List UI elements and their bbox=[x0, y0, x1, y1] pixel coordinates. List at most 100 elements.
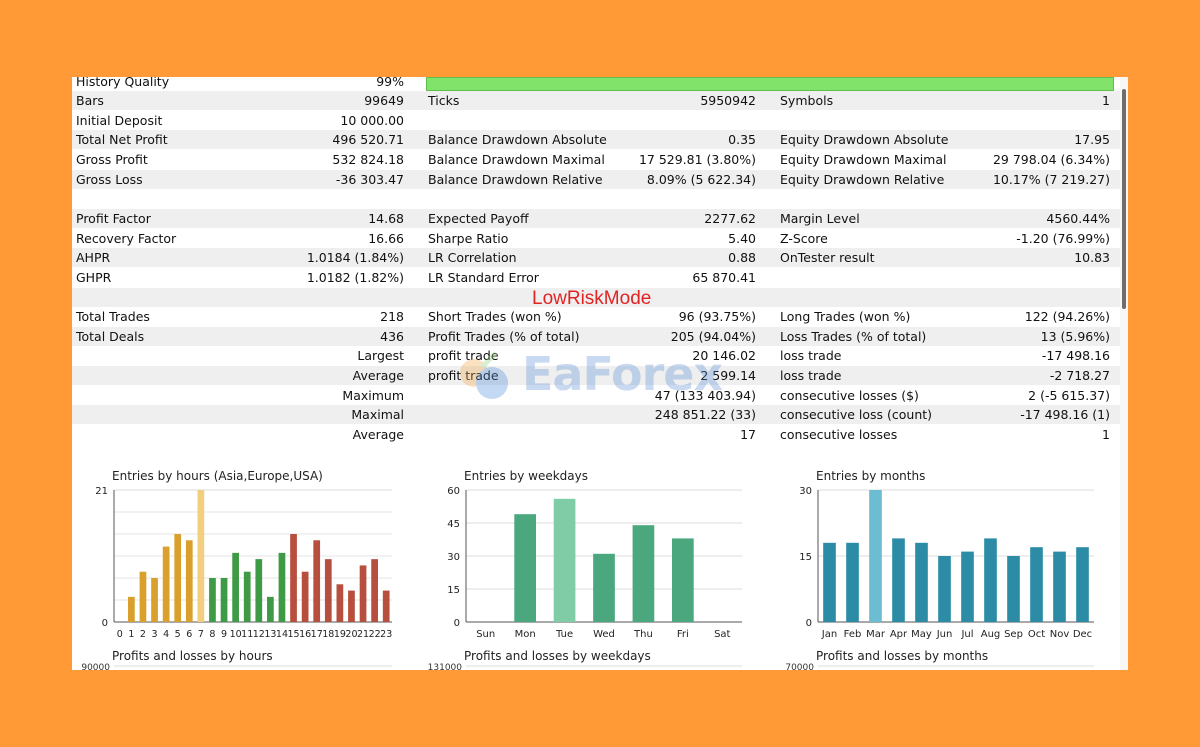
bar bbox=[938, 556, 951, 622]
pl-axis-top-label: 131000 bbox=[428, 663, 463, 670]
bar bbox=[220, 578, 228, 622]
watermark-logo: EaForex bbox=[452, 343, 772, 407]
row-label-1: Bars bbox=[76, 93, 104, 108]
bar bbox=[324, 559, 332, 622]
bar bbox=[336, 584, 344, 622]
weekdays-chart: 60 45 30 15 0 Sun Mon Tue Wed Thu Fri Sat 131000 bbox=[428, 486, 742, 670]
table-row: Total Net Profit 496 520.71 Balance Drawdo… bbox=[72, 130, 1120, 150]
table-row: AHPR 1.0184 (1.84%) LR Correlation 0.88 OnTe… bbox=[72, 248, 1120, 268]
row-value-2: 0.88 bbox=[728, 250, 756, 266]
x-tick-label: Thu bbox=[633, 629, 653, 640]
row-value-2: 65 870.41 bbox=[692, 269, 756, 285]
row-label-2: LR Standard Error bbox=[428, 269, 539, 285]
table-row: Initial Deposit 10 000.00 bbox=[72, 111, 1120, 130]
x-tick-label: 3 bbox=[152, 629, 158, 640]
bar bbox=[359, 565, 367, 622]
bar bbox=[267, 596, 274, 622]
x-tick-label: 16 bbox=[299, 629, 311, 640]
row-value-2: 2277.62 bbox=[704, 210, 756, 226]
row-value-3: 1 bbox=[1102, 427, 1110, 443]
bar bbox=[128, 596, 135, 622]
bar bbox=[209, 578, 216, 622]
x-tick-label: 6 bbox=[186, 629, 192, 640]
x-tick-label: Sun bbox=[476, 629, 495, 640]
x-tick-label: 20 bbox=[345, 629, 357, 640]
table-row: Gross Loss -36 303.47 Balance Drawdown Rel… bbox=[72, 169, 1120, 189]
table-row: Recovery Factor 16.66 Sharpe Ratio 5.40 Z-Sc… bbox=[72, 229, 1120, 248]
row-value-3: 4560.44% bbox=[1046, 210, 1110, 226]
table-row: Profit Factor 14.68 Expected Payoff 2277.62… bbox=[72, 208, 1120, 228]
row-value-2: 17 529.81 (3.80%) bbox=[638, 151, 756, 167]
bar bbox=[139, 571, 147, 622]
row-label-2: Expected Payoff bbox=[428, 210, 529, 226]
x-tick-label: 23 bbox=[380, 629, 392, 640]
x-tick-label: 15 bbox=[287, 629, 299, 640]
bar bbox=[174, 534, 182, 622]
bar bbox=[823, 542, 836, 622]
row-label-1: GHPR bbox=[76, 269, 112, 285]
history-quality-value: 99% bbox=[376, 77, 404, 89]
bar bbox=[301, 571, 309, 622]
x-tick-label: 4 bbox=[163, 629, 169, 640]
row-value-3: 17.95 bbox=[1074, 132, 1110, 148]
row-value-3: 10.17% (7 219.27) bbox=[992, 171, 1110, 187]
y-tick-label: 45 bbox=[447, 519, 460, 530]
bar bbox=[514, 514, 536, 622]
scrollbar-thumb[interactable] bbox=[1122, 89, 1126, 309]
bar bbox=[915, 542, 928, 622]
bar bbox=[243, 571, 251, 622]
x-tick-label: 12 bbox=[253, 629, 265, 640]
row-value-1: Average bbox=[352, 427, 404, 443]
x-tick-label: 21 bbox=[357, 629, 369, 640]
x-tick-label: 7 bbox=[198, 629, 204, 640]
x-tick-label: Nov bbox=[1050, 629, 1070, 640]
table-row: Average 17 consecutive losses 1 bbox=[72, 425, 1120, 444]
x-tick-label: Jan bbox=[821, 629, 837, 640]
x-tick-label: 22 bbox=[369, 629, 381, 640]
x-tick-label: Wed bbox=[593, 629, 615, 640]
x-tick-label: 11 bbox=[241, 629, 253, 640]
row-value-3: 10.83 bbox=[1074, 250, 1110, 266]
row-label-1: Gross Profit bbox=[76, 151, 148, 167]
y-tick-label: 15 bbox=[799, 552, 812, 563]
y-tick-label: 60 bbox=[447, 486, 460, 497]
bar bbox=[672, 538, 694, 622]
bar bbox=[278, 552, 286, 622]
bar bbox=[185, 540, 193, 622]
row-label-2: Sharpe Ratio bbox=[428, 230, 509, 246]
bar bbox=[162, 546, 170, 622]
bar bbox=[1076, 547, 1089, 622]
bar bbox=[632, 525, 655, 622]
row-label-1: Gross Loss bbox=[76, 171, 143, 187]
row-value-1: 532 824.18 bbox=[332, 151, 404, 167]
row-value-3: 29 798.04 (6.34%) bbox=[992, 151, 1110, 167]
x-tick-label: 19 bbox=[334, 629, 346, 640]
hours-chart-section: Entries by hours (Asia,Europe,USA) 21 0 0 1… bbox=[72, 465, 424, 670]
row-label-3: consecutive losses ($) bbox=[780, 387, 919, 403]
row-label-3: OnTester result bbox=[780, 250, 875, 266]
row-value-1: 14.68 bbox=[368, 210, 404, 226]
x-tick-label: May bbox=[911, 629, 932, 640]
x-tick-label: Oct bbox=[1028, 629, 1045, 640]
row-label-3: loss trade bbox=[780, 368, 842, 384]
table-row: GHPR 1.0182 (1.82%) LR Standard Error 65 87… bbox=[72, 268, 1120, 287]
bar bbox=[255, 559, 263, 622]
row-value-1: Maximum bbox=[342, 387, 404, 403]
row-value-1: 10 000.00 bbox=[340, 112, 404, 128]
row-value-1: 1.0182 (1.82%) bbox=[306, 269, 404, 285]
vertical-scrollbar[interactable] bbox=[1120, 77, 1128, 670]
row-label-1: Total Trades bbox=[76, 309, 150, 325]
months-pl-title: Profits and losses by months bbox=[816, 649, 989, 663]
x-tick-label: 17 bbox=[311, 629, 323, 640]
bar bbox=[151, 578, 158, 622]
row-label-1: Total Net Profit bbox=[76, 132, 168, 148]
row-label-2: Ticks bbox=[428, 93, 460, 108]
row-label-1: AHPR bbox=[76, 250, 111, 266]
x-tick-label: 5 bbox=[175, 629, 181, 640]
y-tick-label: 30 bbox=[447, 552, 460, 563]
x-tick-label: 13 bbox=[264, 629, 276, 640]
row-value-3: -17 498.16 bbox=[1041, 348, 1110, 364]
row-label-3: loss trade bbox=[780, 348, 842, 364]
row-label-1: Profit Factor bbox=[76, 210, 151, 226]
x-tick-label: 9 bbox=[221, 629, 227, 640]
